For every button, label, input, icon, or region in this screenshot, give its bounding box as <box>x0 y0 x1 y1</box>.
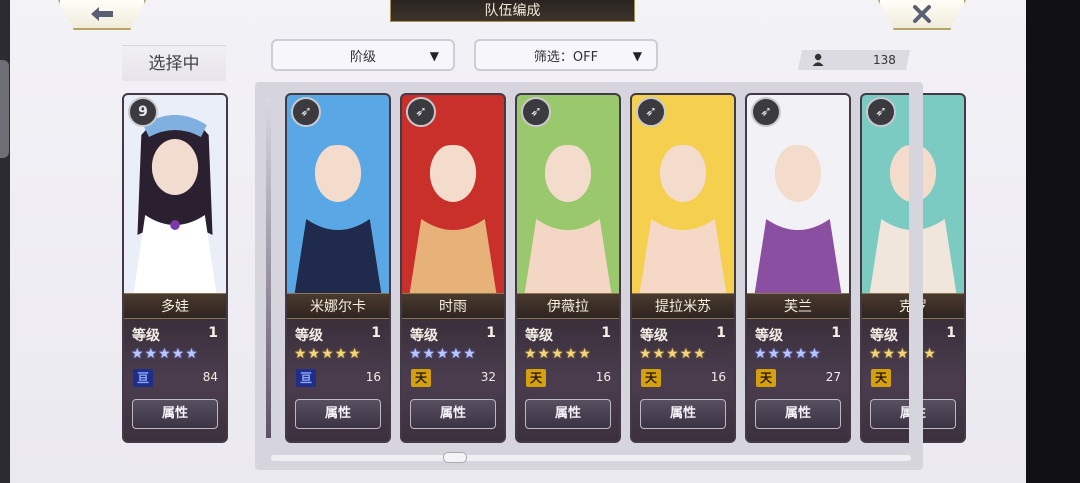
unit-count: 138 <box>873 53 896 67</box>
level-label: 等级 <box>870 328 898 344</box>
right-edge-bar <box>1026 0 1080 483</box>
character-name: 伊薇拉 <box>517 293 619 319</box>
rarity-stars: ★★★★★ <box>524 346 592 362</box>
selecting-label: 选择中 <box>122 45 226 81</box>
dropdown-arrow-icon: ▼ <box>429 49 439 63</box>
weapon-type-icon: 9 <box>128 97 158 127</box>
weapon-type-icon: ➶ <box>636 97 666 127</box>
character-name: 多娃 <box>124 293 226 319</box>
close-button[interactable] <box>878 0 966 30</box>
cost-value: 32 <box>480 370 496 384</box>
character-info: 等级 1 ★★★★★ 亘 16 属性 <box>287 319 389 441</box>
element-icon: 天 <box>756 369 776 387</box>
character-card[interactable]: ➶ 芙兰 等级 1 ★★★★★ 天 27 属性 <box>745 93 851 443</box>
page-title: 队伍编成 <box>390 0 635 22</box>
back-arrow-icon <box>91 7 113 21</box>
level-label: 等级 <box>132 328 160 344</box>
element-icon: 亘 <box>296 369 316 387</box>
character-info: 等级 1 ★★★★★ 天 32 属性 <box>402 319 504 441</box>
weapon-type-icon: ➶ <box>291 97 321 127</box>
weapon-type-icon: ➶ <box>406 97 436 127</box>
level-label: 等级 <box>755 328 783 344</box>
scrollbar-thumb[interactable] <box>443 452 467 463</box>
horizontal-scrollbar[interactable] <box>271 455 911 461</box>
filter-dropdown[interactable]: 筛选：OFF ▼ <box>474 39 658 71</box>
unit-count-box: 138 <box>797 50 911 70</box>
filter-dropdown-label: 筛选：OFF <box>533 49 599 65</box>
element-icon: 天 <box>411 369 431 387</box>
list-clip-edge <box>909 93 923 445</box>
left-edge-tab[interactable] <box>0 60 9 158</box>
level-value: 1 <box>601 325 611 341</box>
attribute-button[interactable]: 属性 <box>525 399 611 429</box>
rarity-stars: ★★★★★ <box>754 346 822 362</box>
level-label: 等级 <box>525 328 553 344</box>
level-value: 1 <box>486 325 496 341</box>
character-name: 芙兰 <box>747 293 849 319</box>
level-value: 1 <box>946 325 956 341</box>
weapon-type-icon: ➶ <box>751 97 781 127</box>
back-button[interactable] <box>58 0 146 30</box>
dropdown-arrow-icon: ▼ <box>632 49 642 63</box>
level-label: 等级 <box>410 328 438 344</box>
cost-value: 84 <box>202 370 218 384</box>
attribute-button[interactable]: 属性 <box>755 399 841 429</box>
level-value: 1 <box>371 325 381 341</box>
cost-value: 16 <box>595 370 611 384</box>
weapon-type-icon: ➶ <box>866 97 896 127</box>
character-name: 时雨 <box>402 293 504 319</box>
character-info: 等级 1 ★★★★★ 天 16 属性 <box>517 319 619 441</box>
rarity-stars: ★★★★★ <box>639 346 707 362</box>
cost-value: 16 <box>365 370 381 384</box>
level-value: 1 <box>208 325 218 341</box>
list-edge-sliver <box>266 98 271 438</box>
element-icon: 天 <box>871 369 891 387</box>
sort-dropdown-label: 阶级 <box>349 49 376 65</box>
selected-character-card[interactable]: 9 多娃 等级 1 ★★★★★ 亘 84 属性 <box>122 93 228 443</box>
character-name: 米娜尔卡 <box>287 293 389 319</box>
rarity-stars: ★★★★★ <box>409 346 477 362</box>
sort-dropdown[interactable]: 阶级 ▼ <box>271 39 455 71</box>
attribute-button[interactable]: 属性 <box>410 399 496 429</box>
character-info: 等级 1 ★★★★★ 天 27 属性 <box>747 319 849 441</box>
user-icon <box>812 53 824 66</box>
cost-value: 27 <box>825 370 841 384</box>
element-icon: 天 <box>526 369 546 387</box>
character-card[interactable]: ➶ 时雨 等级 1 ★★★★★ 天 32 属性 <box>400 93 506 443</box>
cost-value: 16 <box>710 370 726 384</box>
level-label: 等级 <box>295 328 323 344</box>
rarity-stars: ★★★★★ <box>869 346 937 362</box>
rarity-stars: ★★★★★ <box>294 346 362 362</box>
attribute-button[interactable]: 属性 <box>132 399 218 429</box>
rarity-stars: ★★★★★ <box>131 346 199 362</box>
weapon-type-icon: ➶ <box>521 97 551 127</box>
close-x-icon <box>913 5 931 23</box>
attribute-button[interactable]: 属性 <box>640 399 726 429</box>
level-value: 1 <box>831 325 841 341</box>
element-icon: 亘 <box>133 369 153 387</box>
level-value: 1 <box>716 325 726 341</box>
attribute-button[interactable]: 属性 <box>295 399 381 429</box>
element-icon: 天 <box>641 369 661 387</box>
character-card[interactable]: ➶ 伊薇拉 等级 1 ★★★★★ 天 16 属性 <box>515 93 621 443</box>
level-label: 等级 <box>640 328 668 344</box>
character-name: 提拉米苏 <box>632 293 734 319</box>
character-info: 等级 1 ★★★★★ 亘 84 属性 <box>124 319 226 441</box>
character-card[interactable]: ➶ 提拉米苏 等级 1 ★★★★★ 天 16 属性 <box>630 93 736 443</box>
character-card[interactable]: ➶ 米娜尔卡 等级 1 ★★★★★ 亘 16 属性 <box>285 93 391 443</box>
character-info: 等级 1 ★★★★★ 天 16 属性 <box>632 319 734 441</box>
